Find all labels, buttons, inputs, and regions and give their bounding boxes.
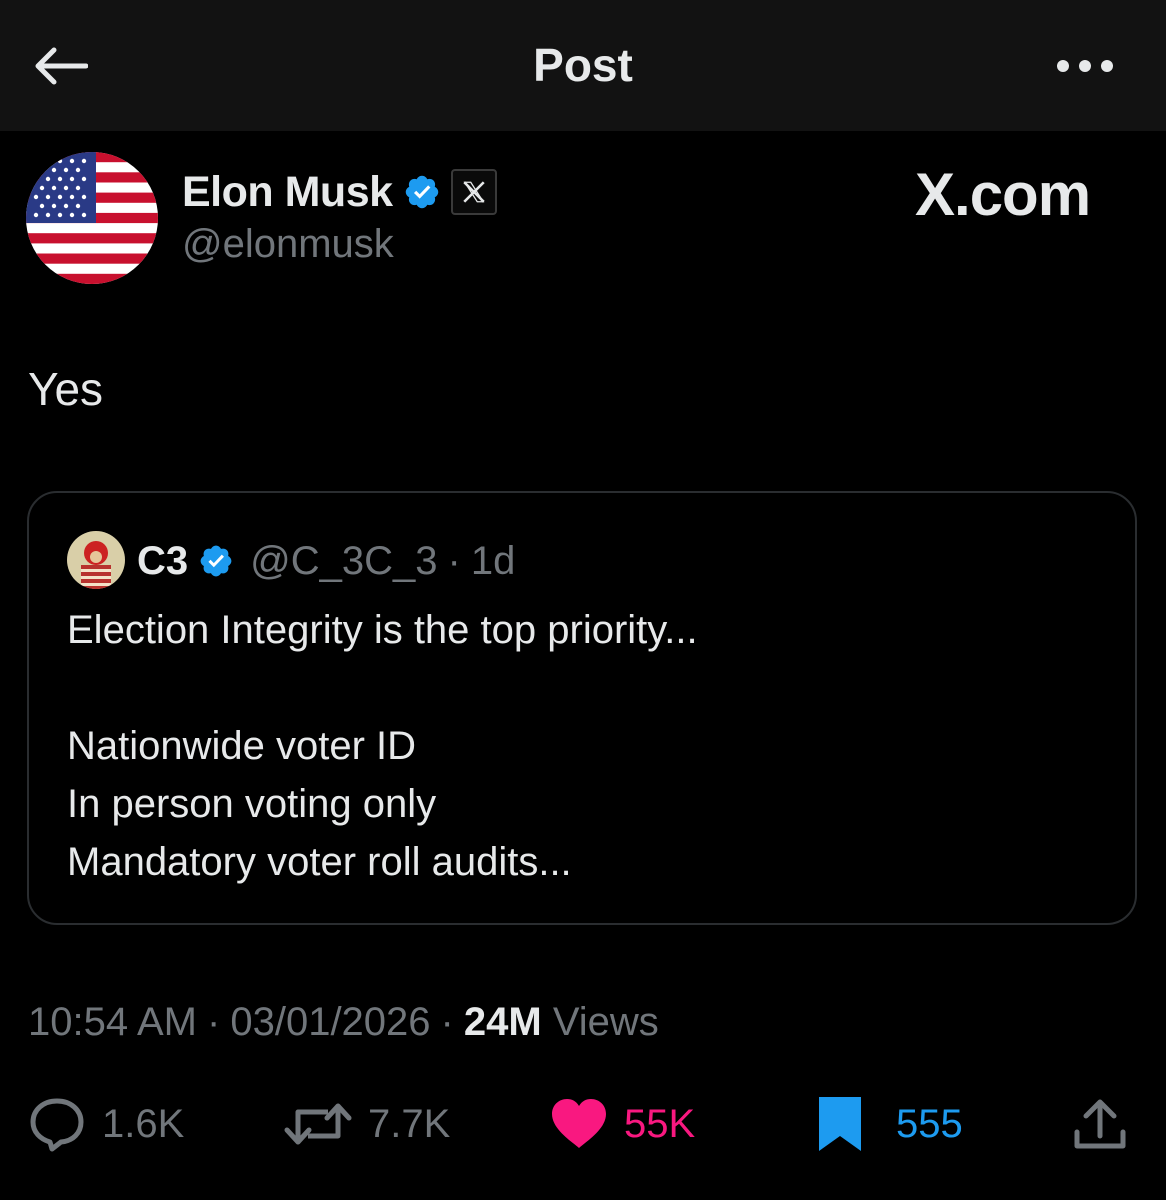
top-bar: Post: [0, 0, 1166, 131]
bookmark-filled-icon: [819, 1097, 861, 1151]
author-avatar[interactable]: [26, 152, 158, 284]
like-button[interactable]: 55K: [550, 1092, 695, 1156]
heart-filled-icon: [552, 1099, 606, 1148]
bookmark-button[interactable]: 555: [816, 1092, 963, 1156]
ellipsis-icon: [1057, 60, 1113, 72]
like-count: 55K: [624, 1101, 696, 1146]
reply-count: 1.6K: [102, 1101, 185, 1146]
post-text: Yes: [28, 363, 104, 415]
author-name-row: Elon Musk: [182, 164, 497, 220]
post-meta: 10:54 AM · 03/01/2026 · 24M Views: [28, 1000, 659, 1045]
reply-button[interactable]: 1.6K: [28, 1092, 184, 1156]
verified-badge-icon: [405, 175, 438, 209]
affiliation-badge[interactable]: [450, 169, 497, 215]
dot-separator: ·: [440, 1000, 454, 1044]
quoted-author-avatar: [67, 531, 125, 589]
bookmark-count: 555: [896, 1101, 963, 1146]
quoted-author-handle: @C_3C_3: [250, 538, 438, 583]
dot-separator: ·: [207, 1000, 221, 1044]
author-name[interactable]: Elon Musk: [182, 168, 393, 217]
quoted-post-age: 1d: [470, 538, 516, 583]
dot-separator: ·: [447, 538, 461, 583]
post-time[interactable]: 10:54 AM: [28, 1000, 197, 1045]
us-flag-avatar: [26, 152, 158, 284]
x-logo-icon: [462, 181, 485, 203]
brand-label: X.com: [915, 161, 1091, 228]
page-title: Post: [533, 39, 633, 91]
share-upload-icon: [1074, 1099, 1126, 1149]
share-button[interactable]: [1072, 1092, 1128, 1156]
repost-arrows-icon: [284, 1103, 352, 1145]
quoted-post-text: Election Integrity is the top priority..…: [67, 608, 698, 884]
more-options-button[interactable]: [1050, 44, 1120, 88]
quoted-post[interactable]: C3 @C_3C_3 · 1d Election Integrity is th…: [27, 491, 1137, 925]
quoted-author-name: C3: [137, 538, 189, 583]
quoted-avatar-image: [67, 531, 125, 589]
author-handle[interactable]: @elonmusk: [182, 222, 394, 267]
repost-button[interactable]: 7.7K: [284, 1092, 450, 1156]
verified-badge-icon: [200, 545, 232, 577]
repost-count: 7.7K: [368, 1101, 451, 1146]
post-date[interactable]: 03/01/2026: [230, 1000, 430, 1045]
views-label: Views: [552, 1000, 659, 1044]
views-count: 24M: [463, 1000, 542, 1044]
speech-bubble-icon: [30, 1098, 84, 1152]
quoted-header: C3 @C_3C_3 · 1d: [137, 533, 515, 589]
